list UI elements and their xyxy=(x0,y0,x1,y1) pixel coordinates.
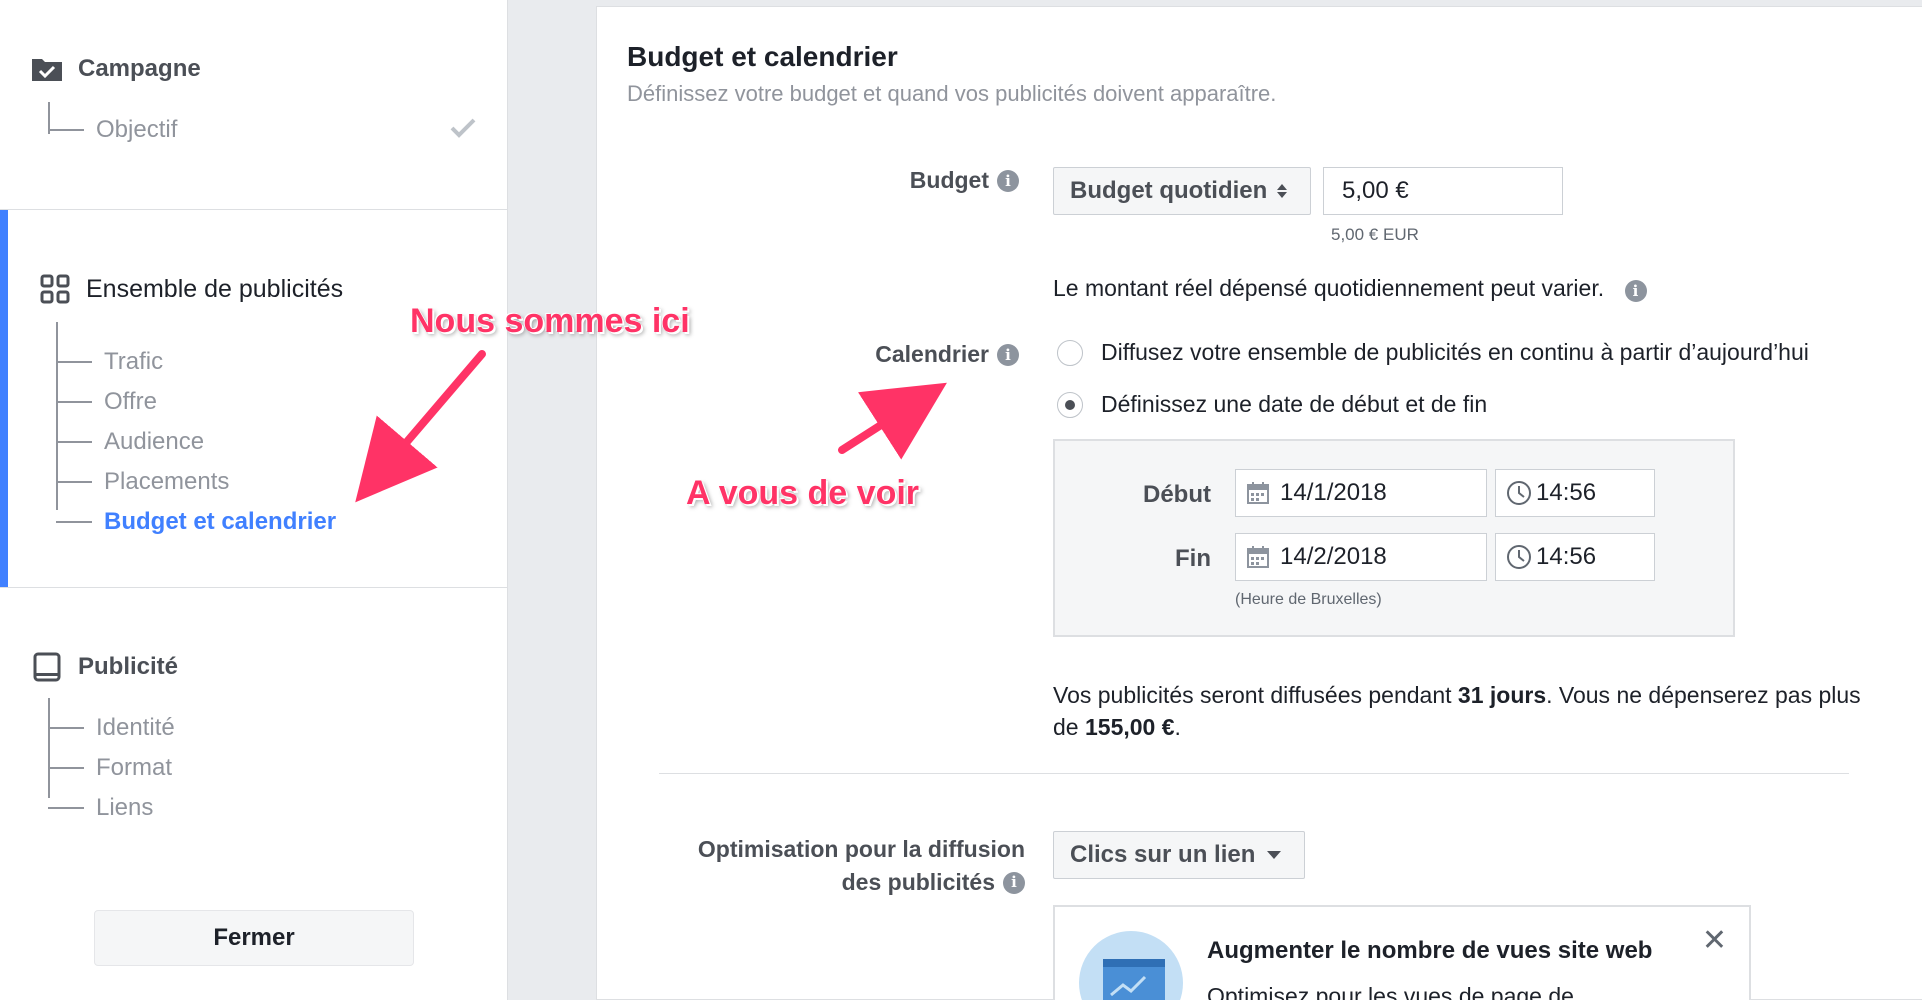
arrow-to-schedule xyxy=(838,382,947,460)
arrow-to-budget-item xyxy=(355,350,486,503)
annotation-arrows xyxy=(355,350,947,503)
page: Campagne Objectif Ensemble de publicités xyxy=(0,0,1922,1000)
